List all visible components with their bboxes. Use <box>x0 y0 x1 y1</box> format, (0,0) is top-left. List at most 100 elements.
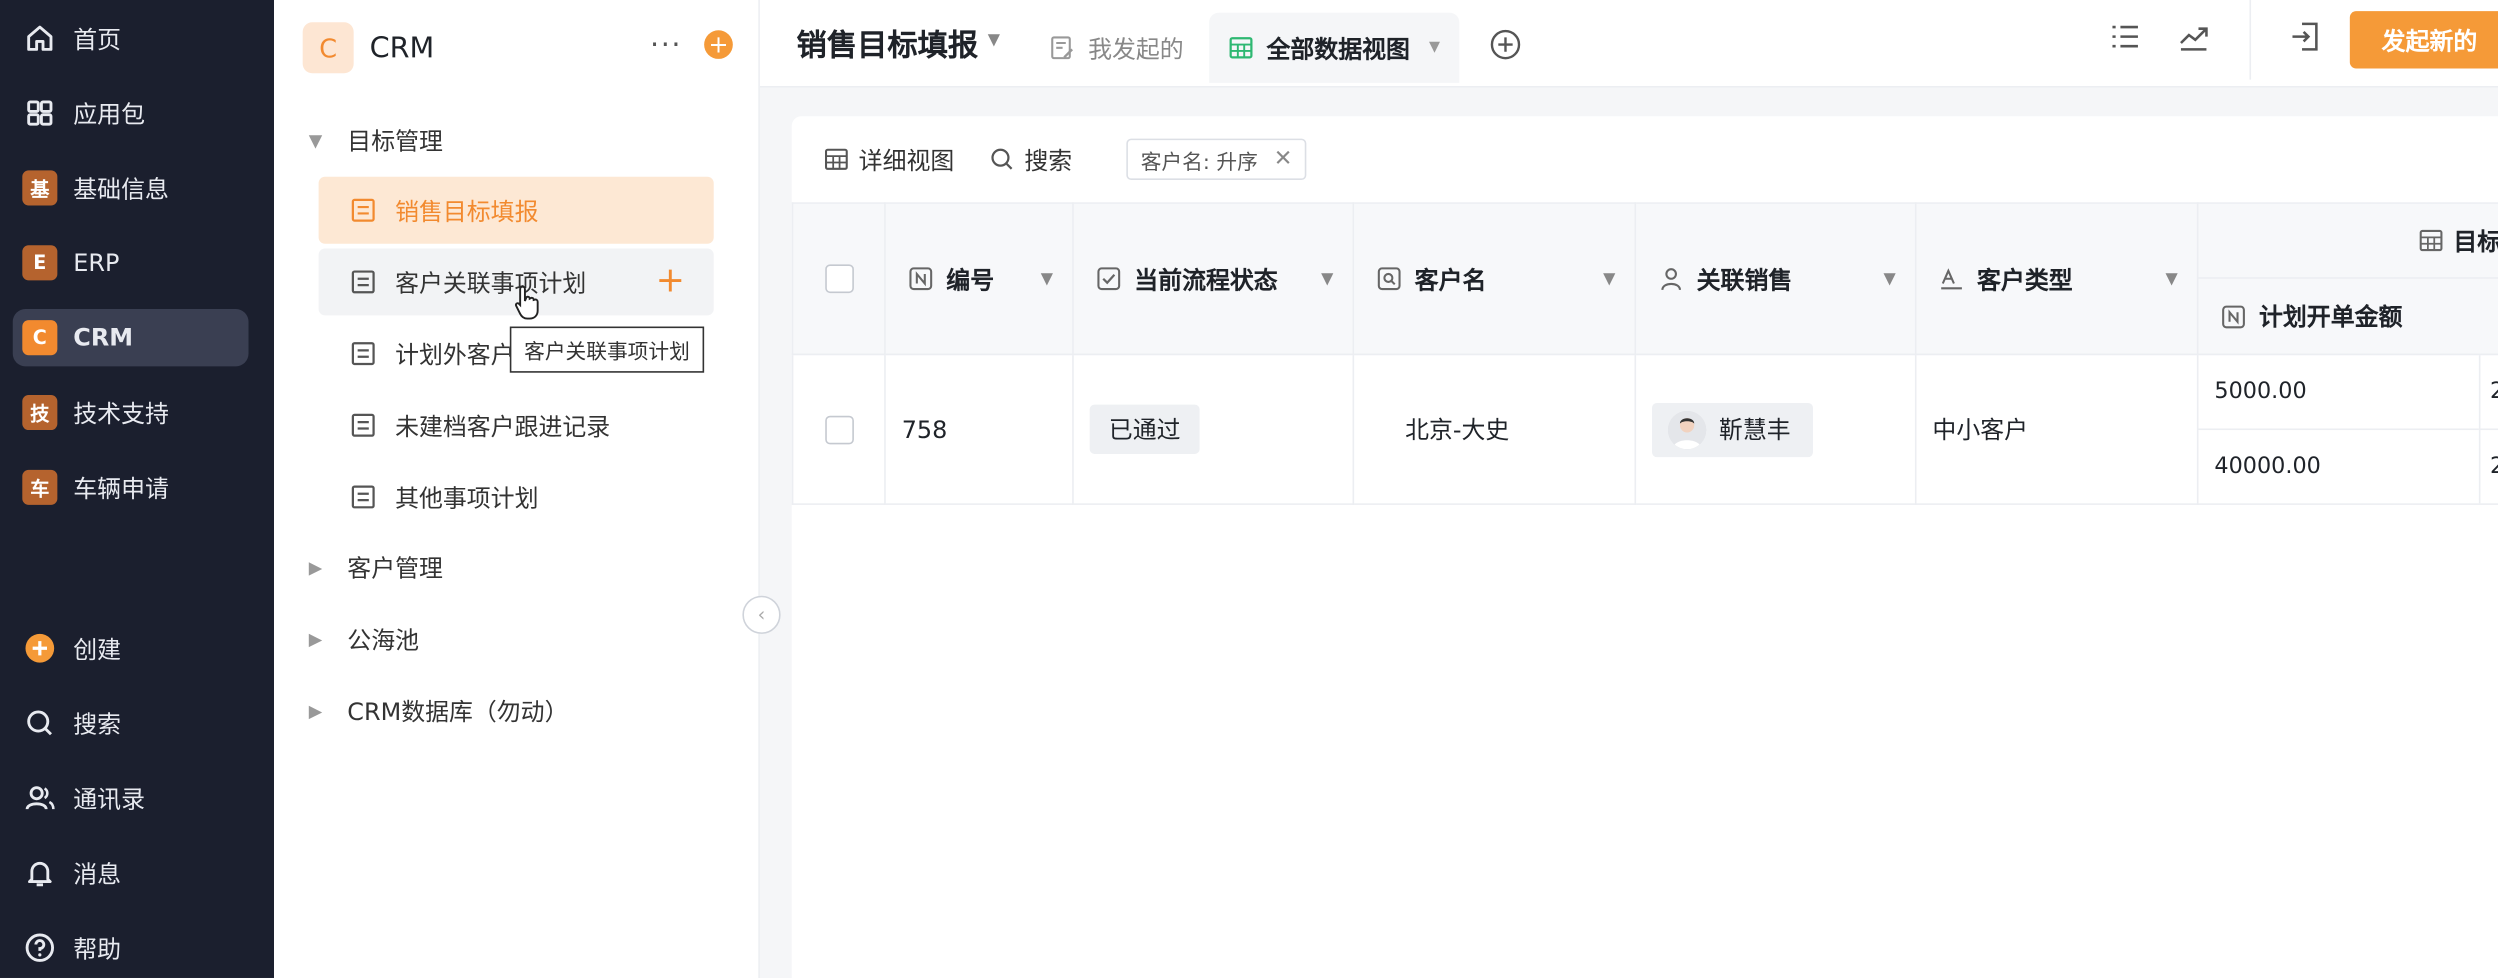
column-header-id[interactable]: 编号 ▼ <box>884 202 1074 356</box>
add-view-icon[interactable] <box>1490 29 1522 61</box>
nav-label: 创建 <box>73 634 122 664</box>
exit-icon[interactable] <box>2288 19 2323 54</box>
app-sidebar: C CRM ··· + ▼ 目标管理 销售目标填报 客户关联事项计划 + 计划外… <box>274 0 760 978</box>
vehicle-badge-icon: 车 <box>22 469 58 505</box>
column-label: 计划开单金额 <box>2259 302 2403 332</box>
add-item-button[interactable]: + <box>704 30 733 59</box>
column-header-type[interactable]: 客户类型 ▼ <box>1914 202 2199 356</box>
sales-cell[interactable]: 靳慧丰 <box>1634 353 1917 505</box>
id-value: 758 <box>901 414 948 444</box>
table-row[interactable]: 758 已通过 北京-大史 靳慧丰 中小客户 5000.00 40000.00 <box>791 353 2498 505</box>
plan-amount-cell[interactable]: 5000.00 40000.00 2 2 <box>2196 353 2498 505</box>
app-header: C CRM <box>302 22 435 74</box>
collapse-sidebar-button[interactable]: ‹ <box>742 595 781 634</box>
basic-info-badge-icon: 基 <box>22 170 58 206</box>
column-dropdown-icon[interactable]: ▼ <box>1041 270 1053 288</box>
nav-label: 应用包 <box>73 99 145 129</box>
lookup-field-icon <box>1377 267 1401 291</box>
top-bar: 销售目标填报 ▼ 我发起的 全部数据视图 ▼ 发起新的 <box>759 0 2498 88</box>
column-label: 关联销售 <box>1696 265 1793 294</box>
nav-item-help[interactable]: 帮助 <box>13 919 249 976</box>
column-dropdown-icon[interactable]: ▼ <box>1603 270 1615 288</box>
column-header-sales[interactable]: 关联销售 ▼ <box>1634 202 1917 356</box>
plus-circle-icon <box>22 631 57 666</box>
user-chip[interactable]: 靳慧丰 <box>1652 402 1813 457</box>
row-checkbox[interactable] <box>825 414 854 444</box>
group-label: 目标管理 <box>347 127 443 157</box>
data-table: 编号 ▼ 当前流程状态 ▼ 客户名 ▼ 关联销售 ▼ 客户类型 ▼ 目标 计划开… <box>791 202 2498 505</box>
form-icon <box>351 270 375 294</box>
overflow-value: 2 <box>2480 428 2498 503</box>
form-icon <box>351 413 375 437</box>
nav-item-erp[interactable]: E ERP <box>13 234 249 291</box>
nav-item-messages[interactable]: 消息 <box>13 844 249 901</box>
tab-all-data-view[interactable]: 全部数据视图 ▼ <box>1209 12 1460 83</box>
search-button[interactable]: 搜索 <box>989 143 1072 176</box>
nav-item-crm[interactable]: C CRM <box>12 309 249 367</box>
nav-item-contacts[interactable]: 通讯录 <box>13 769 249 826</box>
menu-item-followup-records[interactable]: 未建档客户跟进记录 <box>319 392 714 459</box>
sort-chip[interactable]: 客户名: 升序 ✕ <box>1126 138 1307 180</box>
trend-chart-icon[interactable] <box>2176 19 2211 54</box>
nav-label: 首页 <box>73 24 122 54</box>
group-public-pool[interactable]: ▶ 公海池 <box>306 623 419 656</box>
column-header-status[interactable]: 当前流程状态 ▼ <box>1072 202 1355 356</box>
column-group-label: 目标 <box>2453 226 2498 256</box>
row-select-cell <box>791 353 886 505</box>
list-icon[interactable] <box>2108 19 2143 54</box>
status-cell[interactable]: 已通过 <box>1072 353 1355 505</box>
column-dropdown-icon[interactable]: ▼ <box>1884 270 1896 288</box>
customer-cell[interactable]: 北京-大史 <box>1352 353 1637 505</box>
group-label: CRM数据库（勿动） <box>347 697 569 727</box>
overflow-value: 2 <box>2480 355 2498 428</box>
tab-dropdown-icon[interactable]: ▼ <box>1429 40 1440 56</box>
nav-item-basic-info[interactable]: 基 基础信息 <box>13 159 249 216</box>
select-all-checkbox[interactable] <box>825 264 854 294</box>
detail-view-button[interactable]: 详细视图 <box>824 143 954 176</box>
group-crm-database[interactable]: ▶ CRM数据库（勿动） <box>306 694 569 727</box>
nav-label: CRM <box>73 323 134 353</box>
column-dropdown-icon[interactable]: ▼ <box>2165 270 2177 288</box>
toolbar-divider <box>2249 0 2252 80</box>
data-view-card: 详细视图 搜索 客户名: 升序 ✕ 编号 ▼ 当前流程状态 ▼ 客户名 ▼ 关联… <box>791 116 2498 978</box>
id-cell[interactable]: 758 <box>884 353 1074 505</box>
nav-item-search[interactable]: 搜索 <box>13 694 249 751</box>
nav-label: 帮助 <box>73 934 122 963</box>
more-options-icon[interactable]: ··· <box>650 29 682 62</box>
nav-item-create[interactable]: 创建 <box>13 620 249 677</box>
title-dropdown-icon[interactable]: ▼ <box>988 32 1000 50</box>
sort-chip-label: 客户名: 升序 <box>1140 150 1258 175</box>
search-icon <box>991 148 1013 170</box>
menu-item-other-plans[interactable]: 其他事项计划 <box>319 464 714 531</box>
tab-my-initiated[interactable]: 我发起的 <box>1050 13 1184 83</box>
text-field-icon <box>1941 268 1962 290</box>
caret-right-icon: ▶ <box>308 629 323 650</box>
group-customer-management[interactable]: ▶ 客户管理 <box>306 551 443 584</box>
nav-item-vehicle-request[interactable]: 车 车辆申请 <box>13 459 249 516</box>
app-name: CRM <box>369 31 435 65</box>
nav-label: 技术支持 <box>73 398 169 428</box>
main-nav: 首页 应用包 基 基础信息 E ERP C CRM 技 技术支持 车 车辆申请 <box>0 0 275 978</box>
nav-item-home[interactable]: 首页 <box>13 10 249 67</box>
column-label: 客户名 <box>1414 265 1487 294</box>
create-new-button[interactable]: 发起新的 <box>2349 11 2498 69</box>
column-header-customer[interactable]: 客户名 ▼ <box>1352 202 1637 356</box>
group-label: 公海池 <box>347 625 420 655</box>
view-toolbar: 详细视图 搜索 客户名: 升序 ✕ <box>824 138 1307 180</box>
group-target-management[interactable]: ▼ 目标管理 <box>306 124 443 157</box>
column-dropdown-icon[interactable]: ▼ <box>1321 270 1333 288</box>
nav-item-app-packages[interactable]: 应用包 <box>13 84 249 141</box>
page-title[interactable]: 销售目标填报 <box>797 22 979 65</box>
nav-item-tech-support[interactable]: 技 技术支持 <box>13 384 249 441</box>
user-field-icon <box>1661 268 1681 291</box>
nav-label: 搜索 <box>73 709 122 739</box>
menu-item-sales-target[interactable]: 销售目标填报 <box>318 176 714 244</box>
nav-label: 消息 <box>73 859 122 888</box>
nav-label: 车辆申请 <box>73 473 169 503</box>
column-group-target: 目标 计划开单金额 <box>2196 202 2498 356</box>
type-cell[interactable]: 中小客户 <box>1914 353 2199 505</box>
menu-tooltip: 客户关联事项计划 <box>509 326 705 373</box>
add-subitem-icon[interactable]: + <box>656 264 685 299</box>
column-header-plan-amount[interactable]: 计划开单金额 <box>2198 277 2498 354</box>
close-icon[interactable]: ✕ <box>1274 147 1293 172</box>
